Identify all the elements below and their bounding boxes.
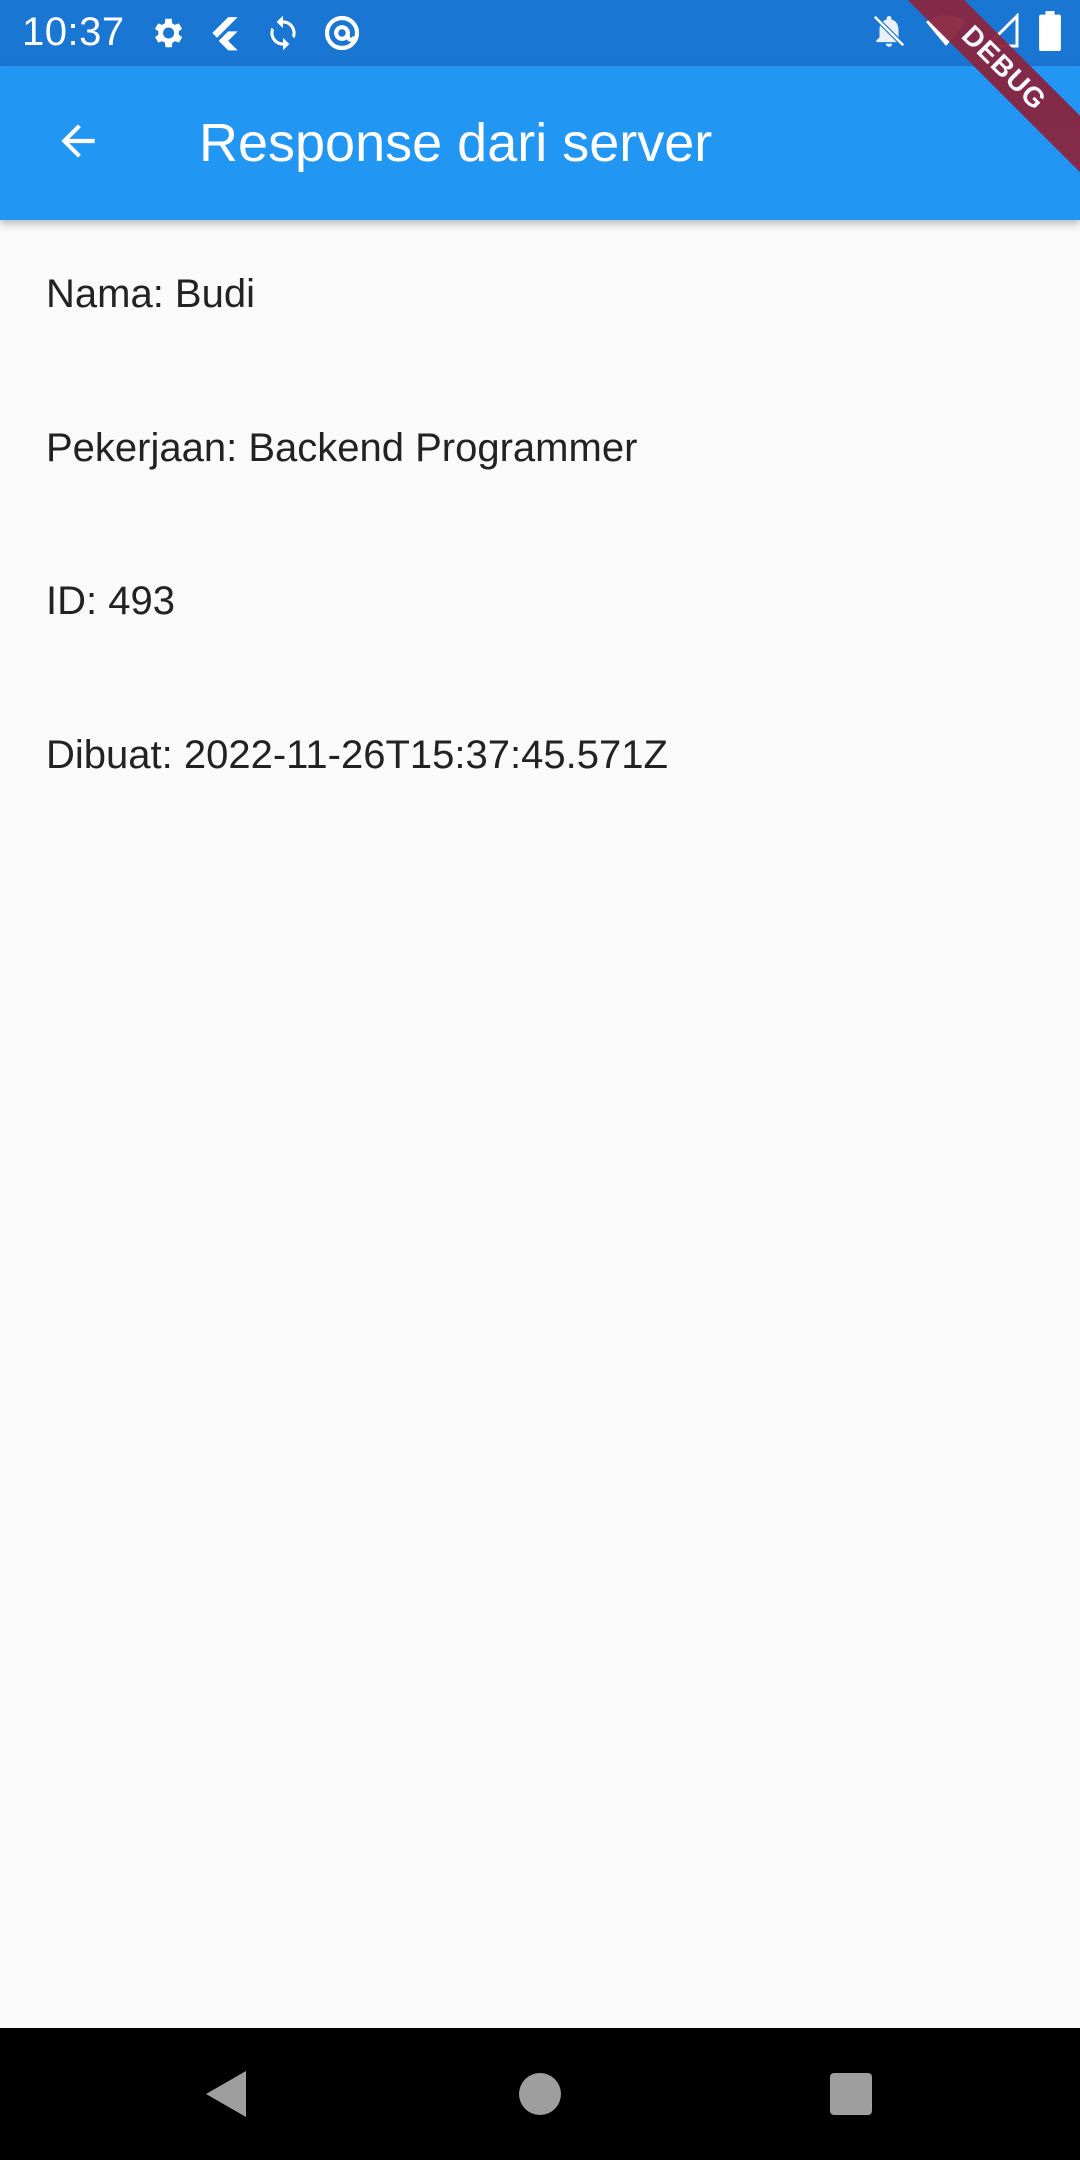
recents-square-icon	[830, 2072, 872, 2120]
cell-signal-icon	[984, 13, 1020, 49]
back-triangle-icon	[204, 2069, 248, 2124]
nav-home-button[interactable]	[510, 2066, 570, 2126]
page-title: Response dari server	[199, 113, 713, 173]
arrow-back-icon	[53, 116, 103, 171]
home-circle-icon	[518, 2072, 562, 2121]
job-text: Pekerjaan: Backend Programmer	[46, 426, 638, 470]
navigation-bar	[0, 2028, 1080, 2160]
status-left-icons	[148, 13, 362, 53]
screen: 10:37 DEBUG Response dari server Nama: B…	[0, 0, 1080, 2160]
battery-icon	[1038, 11, 1062, 51]
id-text: ID: 493	[46, 579, 175, 623]
status-right-icons	[870, 11, 1062, 51]
nav-back-button[interactable]	[196, 2066, 256, 2126]
created-text: Dibuat: 2022-11-26T15:37:45.571Z	[46, 733, 668, 777]
back-button[interactable]	[30, 103, 126, 183]
notifications-off-icon	[870, 12, 908, 50]
name-text: Nama: Budi	[46, 272, 255, 316]
at-sign-icon	[322, 13, 362, 53]
flutter-icon	[206, 14, 244, 52]
sync-icon	[264, 14, 302, 52]
app-bar: Response dari server	[0, 66, 1080, 220]
nav-recents-button[interactable]	[821, 2066, 881, 2126]
settings-icon	[148, 14, 186, 52]
wifi-icon	[926, 13, 966, 49]
status-bar: 10:37	[0, 0, 1080, 66]
status-time: 10:37	[22, 10, 125, 54]
